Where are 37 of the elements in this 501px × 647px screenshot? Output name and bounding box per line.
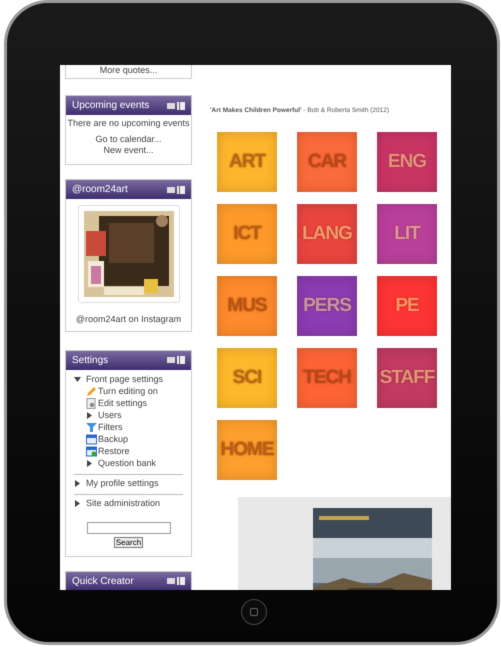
collapsed-icon[interactable]	[86, 412, 93, 419]
block-controls-icon[interactable]	[167, 356, 185, 364]
tree-item[interactable]: Users	[98, 408, 122, 422]
tree-item[interactable]: Restore	[98, 444, 130, 458]
block-controls-icon[interactable]	[167, 102, 185, 110]
more-quotes-link[interactable]: More quotes...	[100, 65, 158, 76]
instagram-caption[interactable]: @room24art on Instagram	[76, 313, 182, 326]
tree-item[interactable]: Front page settings	[86, 372, 164, 386]
tree-item[interactable]: My profile settings	[86, 476, 159, 490]
search-button[interactable]: Search	[114, 536, 144, 548]
home-button[interactable]	[241, 599, 267, 625]
tree-item[interactable]: Backup	[98, 432, 128, 446]
collapsed-icon[interactable]	[74, 500, 81, 507]
tree-item[interactable]: Site administration	[86, 496, 160, 510]
funnel-icon	[86, 422, 97, 433]
document-gear-icon	[86, 398, 97, 409]
block-title: Upcoming events	[72, 99, 150, 113]
search-field[interactable]	[86, 522, 170, 534]
pencil-icon	[86, 386, 97, 397]
tree-item[interactable]: Turn editing on	[98, 384, 158, 398]
tree-item[interactable]: Question bank	[98, 456, 156, 470]
block-title: Settings	[72, 354, 108, 368]
collapsed-icon[interactable]	[86, 460, 93, 467]
events-link[interactable]: New event...	[103, 145, 154, 156]
expanded-icon[interactable]	[74, 376, 81, 383]
restore-icon	[86, 446, 97, 457]
block-controls-icon[interactable]	[167, 186, 185, 194]
backup-icon	[86, 434, 97, 445]
block-title: Quick Creator	[72, 574, 134, 588]
tree-item[interactable]: Filters	[98, 420, 122, 434]
block-controls-icon[interactable]	[167, 577, 185, 585]
square-icon	[250, 608, 258, 616]
events-link[interactable]: Go to calendar...	[95, 134, 162, 145]
block-title: @room24art	[72, 183, 128, 197]
collapsed-icon[interactable]	[74, 480, 81, 487]
no-events-message: There are no upcoming events	[67, 118, 190, 129]
tree-item[interactable]: Edit settings	[98, 396, 148, 410]
